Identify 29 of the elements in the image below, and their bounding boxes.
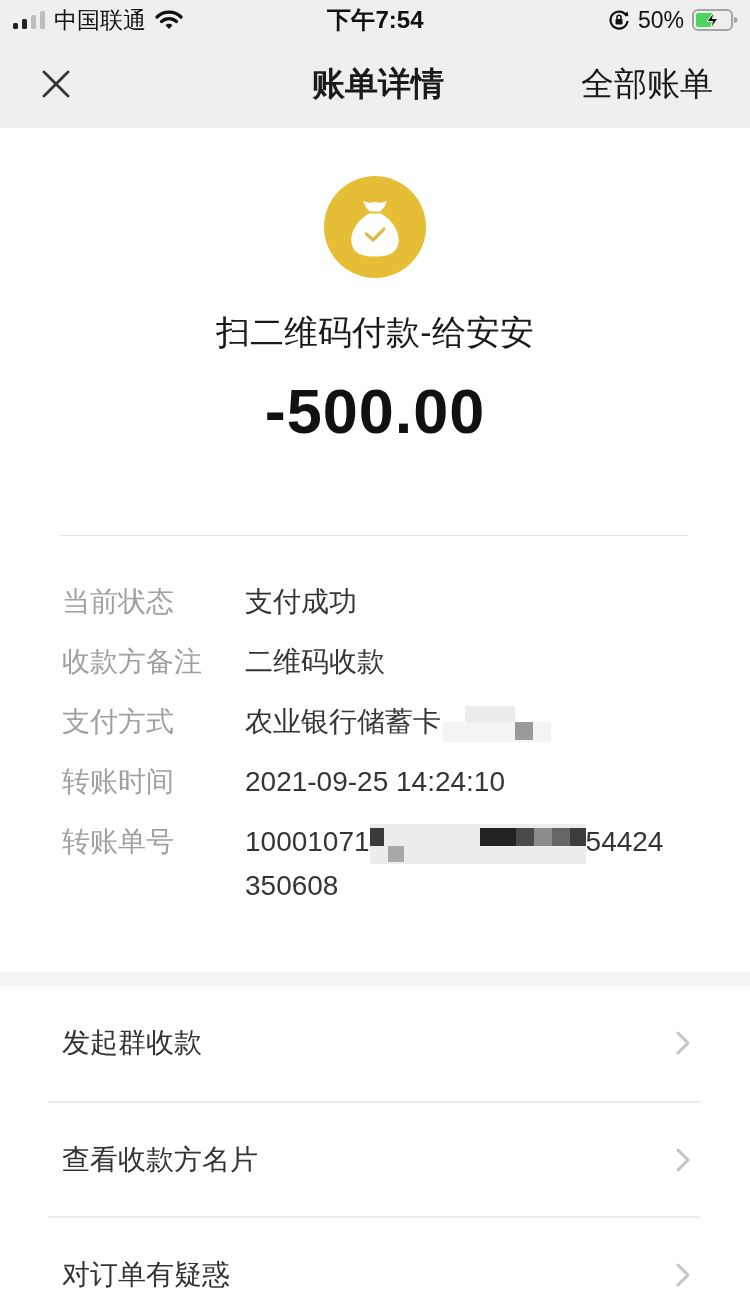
carrier-name: 中国联通 <box>54 6 146 34</box>
detail-label: 收款方备注 <box>62 645 203 679</box>
bill-amount: -500.00 <box>264 376 486 446</box>
all-bills-button[interactable]: 全部账单 <box>581 64 713 104</box>
chevron-right-icon <box>676 1148 690 1172</box>
detail-value: 二维码收款 <box>245 646 385 677</box>
bill-title: 扫二维码付款-给安安 <box>216 312 534 352</box>
detail-value: 350608 <box>245 870 339 901</box>
close-button[interactable] <box>42 70 70 98</box>
detail-value: 10001071 <box>245 826 370 857</box>
clock-time: 下午7:54 <box>327 6 424 34</box>
detail-label: 转账时间 <box>62 765 175 799</box>
close-icon <box>42 70 70 98</box>
detail-label: 转账单号 <box>62 825 175 859</box>
rotation-lock-icon <box>607 9 630 31</box>
wifi-icon <box>155 10 183 30</box>
detail-value: 54424 <box>585 826 664 857</box>
detail-label: 支付方式 <box>62 705 175 739</box>
detail-label: 当前状态 <box>62 585 175 619</box>
signal-icon <box>13 11 45 29</box>
page-title: 账单详情 <box>311 64 444 104</box>
detail-value: 支付成功 <box>245 586 357 617</box>
battery-percent: 50% <box>637 6 684 34</box>
detail-value: 2021-09-25 14:24:10 <box>245 766 505 797</box>
money-bag-icon <box>324 176 426 278</box>
chevron-right-icon <box>676 1031 690 1055</box>
chevron-right-icon <box>676 1263 690 1287</box>
battery-icon <box>692 9 738 31</box>
detail-value: 农业银行储蓄卡 <box>245 706 441 737</box>
